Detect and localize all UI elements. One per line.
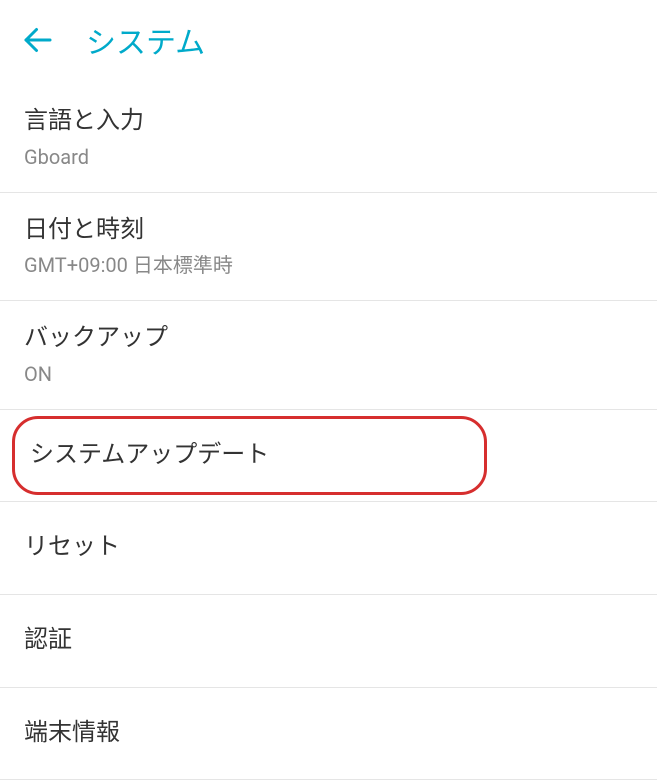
- list-item-title: バックアップ: [24, 321, 633, 355]
- page-title: システム: [86, 18, 205, 62]
- list-item-title: システムアップデート: [30, 438, 633, 472]
- list-item-system-update-wrapper: システムアップデート: [0, 410, 657, 503]
- back-arrow-icon[interactable]: [20, 22, 56, 58]
- list-item-system-update[interactable]: システムアップデート: [0, 410, 657, 502]
- settings-list: 言語と入力 Gboard 日付と時刻 GMT+09:00 日本標準時 バックアッ…: [0, 84, 657, 780]
- list-item-reset[interactable]: リセット: [0, 502, 657, 595]
- list-item-subtitle: ON: [24, 361, 633, 387]
- list-item-language-input[interactable]: 言語と入力 Gboard: [0, 84, 657, 193]
- list-item-device-info[interactable]: 端末情報: [0, 688, 657, 780]
- list-item-title: リセット: [24, 530, 633, 564]
- list-item-subtitle: GMT+09:00 日本標準時: [24, 252, 633, 278]
- list-item-subtitle: Gboard: [24, 144, 633, 170]
- list-item-title: 端末情報: [24, 716, 633, 750]
- list-item-date-time[interactable]: 日付と時刻 GMT+09:00 日本標準時: [0, 193, 657, 302]
- list-item-title: 認証: [24, 623, 633, 657]
- list-item-backup[interactable]: バックアップ ON: [0, 301, 657, 410]
- header: システム: [0, 0, 657, 84]
- list-item-title: 言語と入力: [24, 104, 633, 138]
- list-item-certification[interactable]: 認証: [0, 595, 657, 688]
- list-item-title: 日付と時刻: [24, 213, 633, 247]
